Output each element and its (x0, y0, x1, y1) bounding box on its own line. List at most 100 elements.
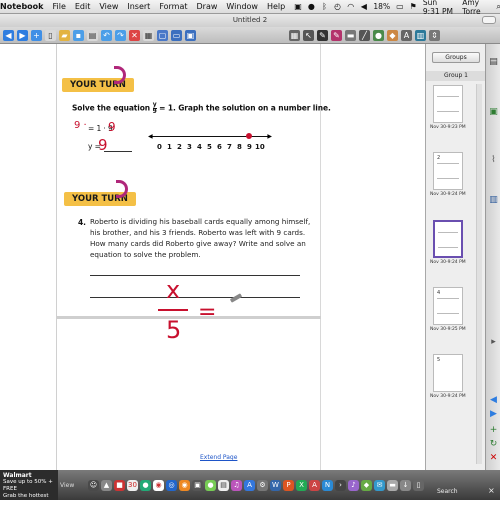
table-icon[interactable]: ▦ (289, 29, 300, 41)
menu-app-name[interactable]: Notebook (0, 2, 43, 11)
search-button[interactable]: Search (437, 488, 458, 495)
refresh-icon[interactable]: ↻ (488, 438, 499, 450)
paste-icon[interactable]: ▤ (87, 29, 98, 41)
ink-equals: = (198, 300, 217, 325)
properties-icon[interactable]: ▥ (415, 29, 426, 41)
menu-edit[interactable]: Edit (75, 2, 91, 11)
ink-step1-right: 9 (108, 120, 116, 134)
chrome-icon[interactable]: ◉ (153, 479, 164, 491)
tick-label-5: 5 (207, 143, 212, 151)
menu-window[interactable]: Window (226, 2, 258, 11)
toolbar-toggle-button[interactable] (482, 16, 496, 24)
eraser-icon[interactable]: ▬ (345, 29, 356, 41)
move-toolbar-icon[interactable]: ⇕ (429, 29, 440, 41)
settings-icon[interactable]: ⚙ (257, 479, 268, 491)
ink-denominator: 5 (166, 316, 182, 344)
appstore-icon[interactable]: A (244, 479, 255, 491)
add-page-icon[interactable]: + (31, 29, 42, 41)
gallery-icon[interactable]: ▣ (488, 106, 499, 118)
menu-view[interactable]: View (99, 2, 118, 11)
shapes-icon[interactable]: ● (373, 29, 384, 41)
group-label[interactable]: Group 1 (426, 71, 486, 81)
calendar-date-icon[interactable]: 30 (127, 479, 138, 491)
open-file-icon[interactable]: ▰ (59, 29, 70, 41)
extend-page-link[interactable]: Extend Page (200, 454, 237, 461)
menu-file[interactable]: File (52, 2, 65, 11)
flag-icon[interactable]: ⚑ (410, 2, 417, 11)
save-icon[interactable]: ▪ (73, 29, 84, 41)
forward-icon[interactable]: ▶ (17, 29, 28, 41)
maps-icon[interactable]: ◆ (361, 479, 372, 491)
auto-hide-icon[interactable]: ▸ (488, 336, 499, 348)
rocket-icon[interactable]: ▲ (101, 479, 112, 491)
move-sidebar-right-icon[interactable]: ▶ (488, 408, 499, 420)
full-screen-icon[interactable]: ▢ (157, 29, 168, 41)
photo-icon[interactable]: ▣ (192, 479, 203, 491)
notification-banner[interactable]: Walmart Save up to 50% + FREE Grab the h… (0, 470, 58, 506)
wifi-icon[interactable]: ◠ (347, 2, 354, 11)
menu-format[interactable]: Format (159, 2, 187, 11)
groups-button[interactable]: Groups (432, 52, 480, 63)
camera-icon[interactable]: ● (308, 2, 315, 11)
trash-icon[interactable]: ▯ (413, 479, 424, 491)
mail-icon[interactable]: ✉ (374, 479, 385, 491)
pen-icon[interactable]: ✎ (317, 29, 328, 41)
properties-icon[interactable]: ▥ (488, 194, 499, 206)
capture-icon[interactable]: ▣ (185, 29, 196, 41)
close-icon[interactable]: × (488, 486, 495, 495)
whiteboard-canvas[interactable]: YOUR TURN Solve the equation y 9 = 1. Gr… (0, 44, 425, 470)
music-icon[interactable]: ♪ (348, 479, 359, 491)
add-icon[interactable]: + (488, 424, 499, 436)
screen-shade-icon[interactable]: ▦ (143, 29, 154, 41)
calendar-icon[interactable]: ■ (114, 479, 125, 491)
finder-icon[interactable]: ☺ (88, 479, 99, 491)
spotlight-search-icon[interactable]: ⌕ (495, 2, 500, 11)
back-icon[interactable]: ◀ (3, 29, 14, 41)
downloads-icon[interactable]: ↓ (400, 479, 411, 491)
itunes-icon[interactable]: ♫ (231, 479, 242, 491)
battery-percent[interactable]: 18% (373, 2, 390, 11)
page-sorter-icon[interactable]: ▤ (488, 56, 499, 68)
attachments-icon[interactable]: ⌇ (488, 154, 499, 166)
page-thumbnail-4[interactable]: 4 (433, 287, 463, 325)
firefox-icon[interactable]: ◉ (179, 479, 190, 491)
creative-pen-icon[interactable]: ✎ (331, 29, 342, 41)
facetime-icon[interactable]: ● (140, 479, 151, 491)
redo-icon[interactable]: ↷ (115, 29, 126, 41)
sorter-scrollbar[interactable] (476, 84, 482, 464)
powerpoint-icon[interactable]: P (283, 479, 294, 491)
text-icon[interactable]: A (401, 29, 412, 41)
fill-icon[interactable]: ◆ (387, 29, 398, 41)
bluetooth-icon[interactable]: ᛒ (321, 2, 328, 11)
move-sidebar-left-icon[interactable]: ◀ (488, 394, 499, 406)
page-thumbnail-5[interactable]: 5 (433, 354, 463, 392)
menu-bar: Notebook File Edit View Insert Format Dr… (0, 0, 500, 16)
word-icon[interactable]: W (270, 479, 281, 491)
excel-icon[interactable]: X (296, 479, 307, 491)
menu-help[interactable]: Help (267, 2, 285, 11)
delete-icon[interactable]: ✕ (129, 29, 140, 41)
preview-icon[interactable]: ▤ (218, 479, 229, 491)
volume-icon[interactable]: ◀ (360, 2, 367, 11)
display-icon[interactable]: ▭ (171, 29, 182, 41)
acrobat-icon[interactable]: A (309, 479, 320, 491)
menu-insert[interactable]: Insert (127, 2, 150, 11)
menu-draw[interactable]: Draw (197, 2, 218, 11)
terminal-icon[interactable]: › (335, 479, 346, 491)
timemachine-icon[interactable]: ◴ (334, 2, 341, 11)
notebook-icon[interactable]: N (322, 479, 333, 491)
select-icon[interactable]: ↖ (303, 29, 314, 41)
page-thumbnail-3[interactable] (433, 220, 463, 258)
safari-icon[interactable]: ◎ (166, 479, 177, 491)
remove-icon[interactable]: ✕ (488, 452, 499, 464)
line-icon[interactable]: ╱ (359, 29, 370, 41)
view-button[interactable]: View (60, 482, 74, 489)
folder-icon[interactable]: ▬ (387, 479, 398, 491)
page-thumbnail-2[interactable]: 2 (433, 152, 463, 190)
messages-icon[interactable]: ● (205, 479, 216, 491)
battery-icon[interactable]: ▭ (396, 2, 404, 11)
page-thumbnail-1[interactable] (433, 85, 463, 123)
undo-icon[interactable]: ↶ (101, 29, 112, 41)
delete-page-icon[interactable]: ▯ (45, 29, 56, 41)
smart-board-icon[interactable]: ▣ (294, 2, 302, 11)
